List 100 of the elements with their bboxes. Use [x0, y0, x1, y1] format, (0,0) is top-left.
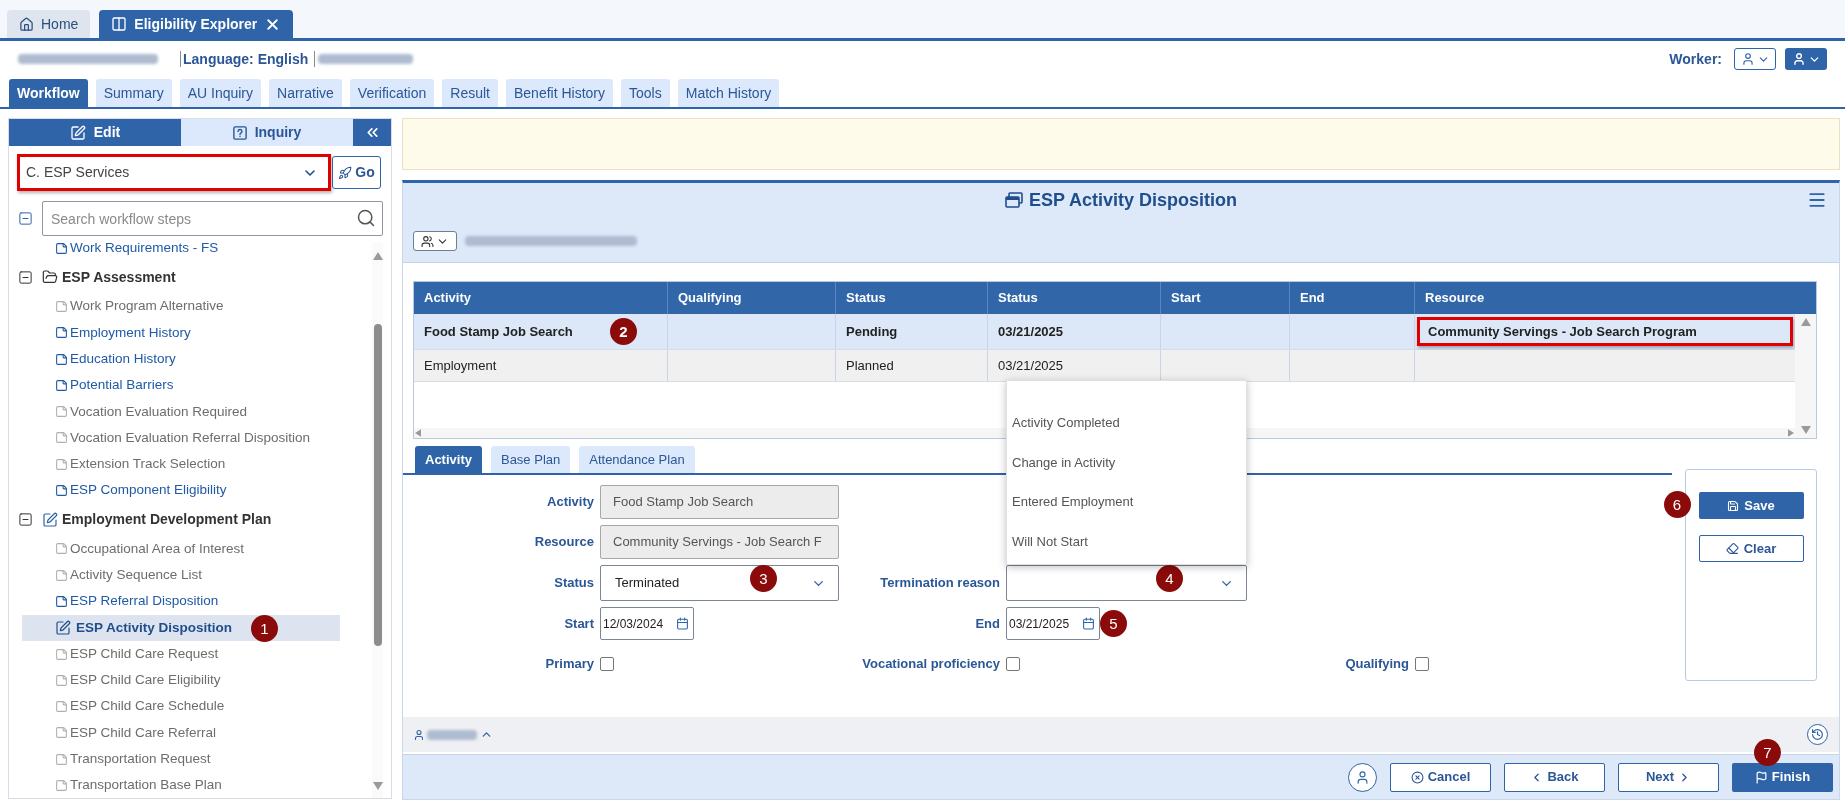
tree-item[interactable]: Transportation Request: [22, 746, 340, 773]
form-tab[interactable]: Base Plan: [490, 446, 571, 473]
scroll-left-icon[interactable]: [415, 429, 421, 437]
note-icon: [55, 326, 68, 340]
tree-item[interactable]: ESP Child Care Request: [22, 640, 340, 668]
people-select-button[interactable]: [413, 231, 457, 251]
scrollbar-thumb[interactable]: [373, 324, 382, 646]
nav-tab[interactable]: Benefit History: [506, 79, 614, 107]
column-header[interactable]: Resource: [1425, 288, 1485, 308]
field-label: Resource: [534, 533, 594, 552]
tree-item[interactable]: ESP Child Care Schedule: [22, 693, 340, 720]
minus-box-icon[interactable]: [18, 512, 33, 528]
note-icon: [55, 726, 68, 740]
dropdown-option[interactable]: Will Not Start: [1007, 521, 1246, 561]
eraser-icon: [1725, 542, 1739, 555]
scroll-down-icon[interactable]: [372, 782, 383, 790]
tree-item[interactable]: ESP Component Eligibility: [22, 477, 340, 504]
app-tab[interactable]: Home: [7, 10, 91, 38]
windows-icon: [1004, 192, 1023, 208]
column-header[interactable]: Activity: [424, 288, 471, 308]
tree-item[interactable]: ESP Child Care Referral: [22, 719, 340, 747]
tree-item[interactable]: Potential Barriers: [22, 372, 340, 399]
search-icon[interactable]: [356, 208, 376, 228]
tree-item[interactable]: Activity Sequence List: [22, 561, 340, 589]
annotation-marker: 2: [609, 318, 637, 345]
tree-item[interactable]: Vocation Evaluation Referral Disposition: [22, 424, 340, 452]
column-header[interactable]: Qualifying: [678, 288, 742, 308]
user-icon: [413, 728, 425, 741]
nav-tab[interactable]: AU Inquiry: [179, 79, 261, 107]
tree-group-label[interactable]: ESP Assessment: [62, 266, 176, 288]
date-field[interactable]: 12/03/2024: [600, 607, 694, 640]
tree-item[interactable]: Occupational Area of Interest: [22, 535, 340, 562]
nav-tab[interactable]: Summary: [95, 79, 172, 107]
tree-item[interactable]: Employment History: [22, 319, 340, 346]
column-header[interactable]: End: [1300, 288, 1325, 308]
scroll-up-icon[interactable]: [372, 252, 383, 260]
dropdown-option[interactable]: Change in Activity: [1007, 442, 1246, 482]
language-label: Language: English: [183, 49, 309, 69]
user-icon: [1791, 52, 1806, 66]
form-tab[interactable]: Activity: [415, 446, 482, 473]
app-tab[interactable]: Eligibility Explorer: [99, 10, 294, 38]
user-menu-button[interactable]: [1785, 48, 1827, 70]
column-header[interactable]: Status: [846, 288, 886, 308]
tree-item[interactable]: Work Program Alternative: [22, 293, 340, 320]
select-field[interactable]: [1006, 565, 1247, 601]
mode-tab[interactable]: Edit: [9, 119, 181, 146]
go-button[interactable]: Go: [332, 156, 381, 189]
back-button[interactable]: Back: [1504, 762, 1605, 792]
tree-item[interactable]: Education History: [22, 345, 340, 373]
nav-tab[interactable]: Result: [442, 79, 498, 107]
scroll-up-icon[interactable]: [1800, 318, 1811, 326]
user-icon: [1355, 769, 1370, 785]
worker-select-button[interactable]: [1734, 48, 1776, 70]
checkbox[interactable]: [1415, 656, 1429, 671]
nav-tab[interactable]: Match History: [677, 79, 780, 107]
history-button[interactable]: [1807, 724, 1828, 745]
next-button[interactable]: Next: [1618, 762, 1719, 792]
tree-item[interactable]: Work Requirements - FS: [22, 243, 340, 262]
nav-tab[interactable]: Narrative: [269, 79, 342, 107]
tree-item[interactable]: Extension Track Selection: [22, 451, 340, 478]
profile-button[interactable]: [1348, 762, 1377, 792]
table-row[interactable]: Employment Planned 03/21/2025: [414, 350, 1795, 382]
calendar-icon[interactable]: [676, 617, 689, 630]
nav-tab[interactable]: Verification: [349, 79, 435, 107]
column-header[interactable]: Start: [1171, 288, 1201, 308]
nav-tab[interactable]: Tools: [621, 79, 670, 107]
checkbox[interactable]: [600, 656, 614, 671]
clear-button[interactable]: Clear: [1698, 535, 1804, 562]
nav-tab[interactable]: Workflow: [9, 79, 88, 107]
checkbox[interactable]: [1006, 656, 1020, 671]
table-cell-text: 03/21/2025: [998, 356, 1064, 375]
save-button[interactable]: Save: [1698, 492, 1804, 519]
form-tab[interactable]: Attendance Plan: [579, 446, 695, 473]
mode-tab[interactable]: Inquiry: [181, 119, 353, 146]
annotation-marker: 5: [1100, 610, 1127, 637]
minus-box-icon[interactable]: [18, 211, 33, 226]
field-label: Start: [564, 614, 594, 633]
finish-button[interactable]: Finish: [1732, 762, 1833, 792]
field-label: Activity: [547, 493, 594, 512]
dropdown-option[interactable]: Activity Completed: [1007, 403, 1246, 443]
rocket-icon: [338, 165, 353, 180]
tree-item[interactable]: ESP Child Care Eligibility: [22, 667, 340, 694]
minus-box-icon[interactable]: [18, 269, 33, 285]
table-row[interactable]: Food Stamp Job Search 2 Pending 03/21/2025 Community Servings - Job Search Program: [414, 314, 1795, 350]
section-select[interactable]: C. ESP Services: [17, 154, 331, 191]
user-icon: [1740, 52, 1755, 66]
menu-icon[interactable]: [1807, 190, 1827, 210]
column-header[interactable]: Status: [998, 288, 1038, 308]
calendar-icon[interactable]: [1082, 617, 1095, 630]
tree-group-label[interactable]: Employment Development Plan: [62, 509, 272, 531]
tree-item[interactable]: ESP Referral Disposition: [22, 588, 340, 615]
collapse-button[interactable]: [353, 119, 391, 146]
tree-item[interactable]: Transportation Base Plan: [22, 772, 340, 798]
scroll-down-icon[interactable]: [1800, 426, 1811, 434]
page-title: ESP Activity Disposition: [1028, 188, 1237, 212]
dropdown-option[interactable]: Entered Employment: [1007, 482, 1246, 522]
date-field[interactable]: 03/21/2025: [1006, 607, 1100, 640]
cancel-button[interactable]: Cancel: [1390, 762, 1491, 792]
search-field[interactable]: Search workflow steps: [42, 201, 383, 236]
tree-item[interactable]: Vocation Evaluation Required: [22, 398, 340, 425]
